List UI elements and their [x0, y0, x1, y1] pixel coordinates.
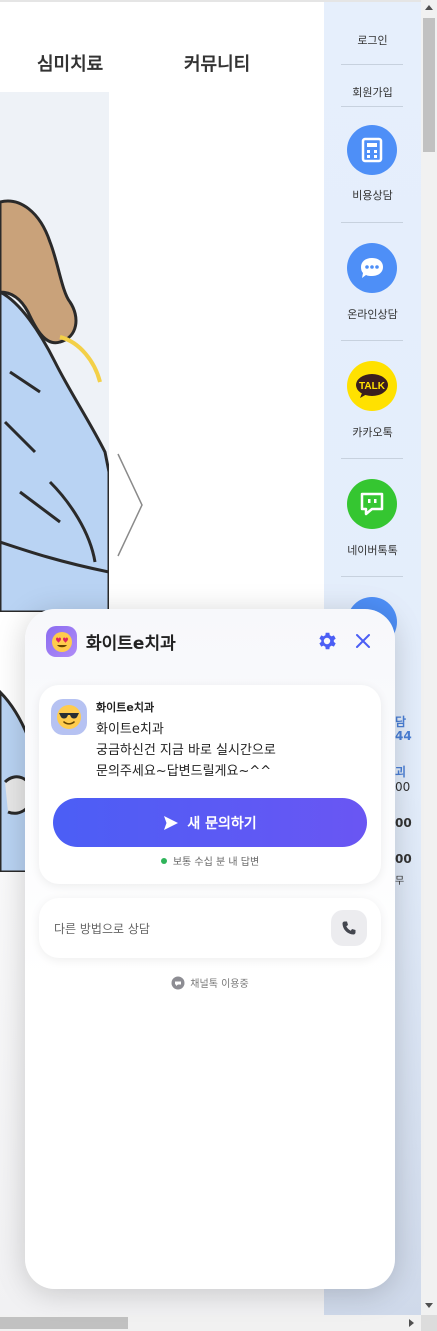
- header-nav-left: 심미치료: [0, 2, 109, 92]
- online-status-dot: [160, 858, 167, 864]
- partial-text: 00: [395, 816, 412, 830]
- scroll-down-arrow-icon[interactable]: [425, 1303, 433, 1308]
- kakaotalk-icon: TALK: [356, 374, 388, 398]
- message-text-line: 궁금하신건 지금 바로 실시간으로: [96, 743, 276, 758]
- partial-text: 00: [395, 852, 412, 866]
- vertical-scrollbar[interactable]: [421, 0, 437, 1315]
- horizontal-scrollbar[interactable]: [0, 1315, 421, 1331]
- welcome-message-card: 화이트e치과 화이트e치과 궁금하신건 지금 바로 실시간으로 문의주세요~답변…: [39, 685, 381, 884]
- channel-talk-widget: 화이트e치과 화이트e치과 화이트e치과 궁금하신건 지금 바로 실시간으로 문…: [25, 609, 395, 1289]
- powered-by[interactable]: 채널톡 이용중: [25, 975, 395, 990]
- partial-text: 괴: [395, 765, 407, 779]
- divider: [341, 340, 403, 341]
- divider: [341, 64, 403, 65]
- signup-link[interactable]: 회원가입: [324, 84, 421, 100]
- partial-text: 44: [395, 729, 412, 743]
- chat-bubble-icon: [361, 258, 383, 278]
- message-text-line: 화이트e치과: [96, 722, 164, 737]
- divider: [341, 222, 403, 223]
- online-consult-button[interactable]: [347, 243, 397, 293]
- calculator-icon: [361, 137, 383, 163]
- other-contact-label: 다른 방법으로 상담: [54, 922, 150, 936]
- scroll-right-arrow-icon[interactable]: [409, 1319, 414, 1327]
- partial-text: 무: [395, 876, 405, 887]
- gear-icon[interactable]: [316, 630, 338, 652]
- send-icon: [164, 815, 179, 830]
- divider: [341, 576, 403, 577]
- naver-talktalk-button[interactable]: [347, 479, 397, 529]
- cost-consult-label: 비용상담: [352, 189, 393, 202]
- other-contact-card[interactable]: 다른 방법으로 상담: [39, 898, 381, 958]
- cost-consult-button[interactable]: [347, 125, 397, 175]
- naver-talktalk-icon: [360, 492, 384, 516]
- sunglasses-face-icon: [51, 699, 87, 735]
- kakaotalk-label: 카카오톡: [352, 426, 393, 439]
- phone-button[interactable]: [331, 910, 367, 946]
- reply-time-text: 보통 수십 분 내 답변: [172, 857, 260, 868]
- partial-text: 담: [395, 715, 407, 729]
- chat-title: 화이트e치과: [86, 634, 176, 654]
- online-consult-label: 온라인상담: [347, 308, 398, 321]
- reply-time-info: 보통 수십 분 내 답변: [39, 853, 381, 868]
- naver-talktalk-label: 네이버톡톡: [347, 544, 398, 557]
- horizontal-scroll-thumb[interactable]: [0, 1317, 128, 1329]
- message-text-line: 문의주세요~답변드릴게요~^^: [96, 764, 272, 779]
- header-nav-right: 커뮤니티: [109, 2, 324, 92]
- nav-item-community[interactable]: 커뮤니티: [184, 50, 250, 76]
- partial-text: 00: [395, 780, 411, 794]
- smiling-face-with-heart-eyes-icon: [46, 626, 77, 657]
- vertical-scroll-thumb[interactable]: [423, 18, 435, 152]
- nav-item-aesthetic[interactable]: 심미치료: [37, 50, 103, 76]
- scrollbar-corner: [421, 1315, 437, 1331]
- kakaotalk-button[interactable]: TALK: [347, 361, 397, 411]
- divider: [341, 458, 403, 459]
- divider: [341, 106, 403, 107]
- phone-icon: [342, 921, 356, 935]
- channel-talk-logo-icon: [171, 976, 185, 990]
- message-sender: 화이트e치과: [96, 701, 155, 714]
- new-inquiry-label: 새 문의하기: [187, 815, 257, 832]
- login-link[interactable]: 로그인: [324, 32, 421, 48]
- slide-next-arrow-icon[interactable]: [116, 452, 144, 558]
- powered-by-text: 채널톡 이용중: [190, 979, 249, 990]
- svg-text:TALK: TALK: [359, 381, 386, 392]
- new-inquiry-button[interactable]: 새 문의하기: [53, 798, 367, 847]
- close-icon[interactable]: [353, 631, 373, 651]
- scroll-up-arrow-icon[interactable]: [425, 5, 433, 10]
